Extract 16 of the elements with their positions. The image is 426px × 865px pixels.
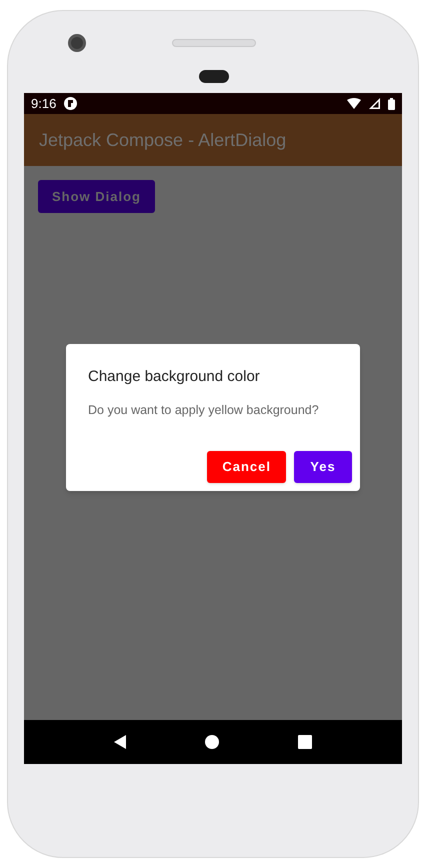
app-notification-icon	[64, 97, 78, 110]
signal-icon	[369, 98, 380, 109]
status-time: 9:16	[31, 94, 56, 113]
battery-icon	[388, 98, 395, 110]
dialog-button[interactable]: Cancel	[207, 451, 286, 483]
app-bar-title: Jetpack Compose - AlertDialog	[39, 128, 286, 152]
sensor-icon	[199, 70, 229, 83]
dialog-button[interactable]: Yes	[294, 451, 352, 483]
show-dialog-button[interactable]: Show Dialog	[38, 180, 155, 213]
home-icon[interactable]	[204, 735, 219, 749]
camera-icon	[68, 34, 86, 52]
back-icon[interactable]	[114, 735, 126, 749]
dialog-message: Do you want to apply yellow background?	[88, 402, 320, 419]
recents-icon[interactable]	[298, 735, 312, 749]
wifi-icon	[347, 98, 361, 109]
dialog-title: Change background color	[88, 367, 261, 387]
